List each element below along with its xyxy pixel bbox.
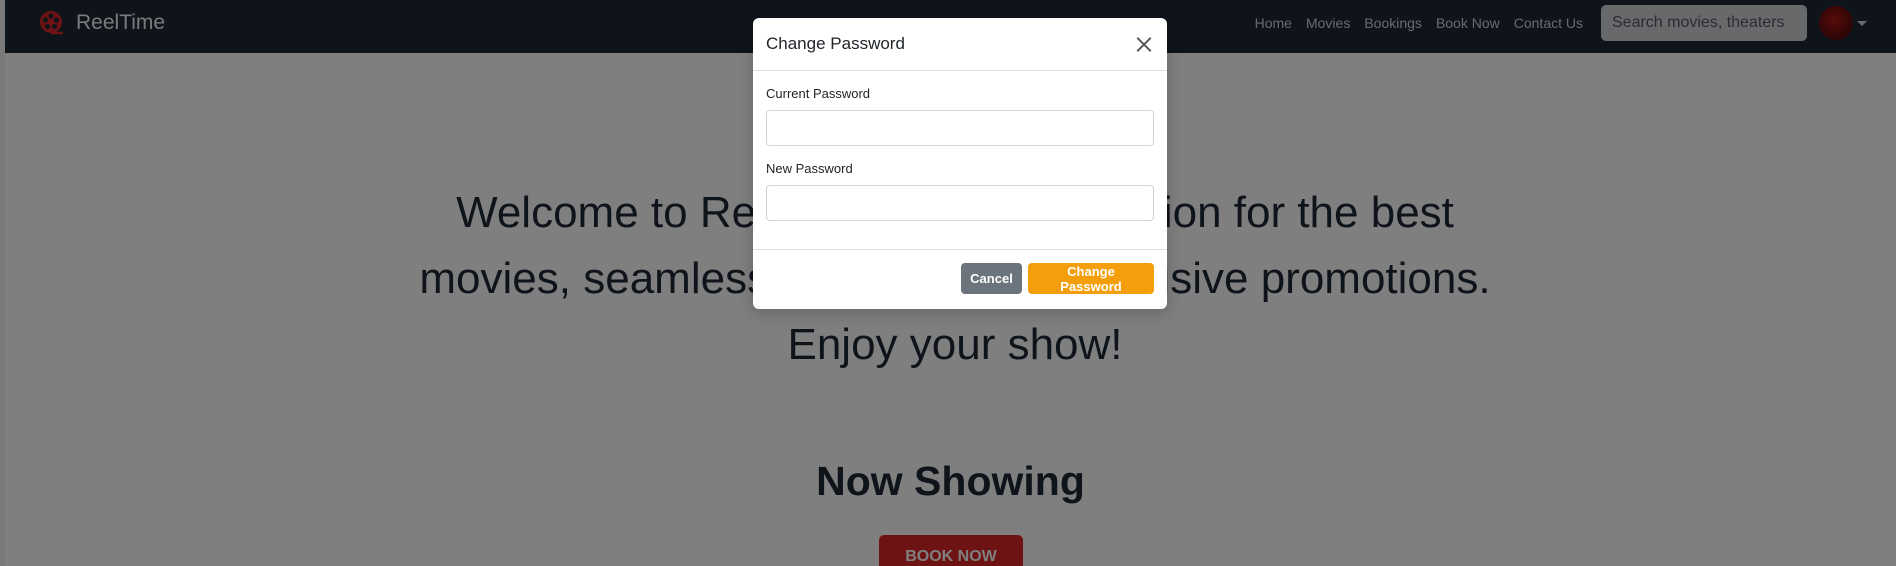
cancel-button[interactable]: Cancel (961, 263, 1022, 294)
new-password-label: New Password (766, 161, 853, 176)
new-password-input[interactable] (766, 185, 1154, 221)
change-password-modal: Change Password Current Password New Pas… (753, 18, 1167, 309)
modal-footer: Cancel Change Password (753, 250, 1167, 294)
current-password-label: Current Password (766, 86, 871, 101)
modal-body: Current Password New Password (753, 71, 1167, 250)
close-icon[interactable] (1134, 34, 1154, 54)
modal-header: Change Password (753, 18, 1167, 71)
modal-title: Change Password (766, 34, 905, 53)
current-password-input[interactable] (766, 110, 1154, 146)
change-password-button[interactable]: Change Password (1028, 263, 1154, 294)
